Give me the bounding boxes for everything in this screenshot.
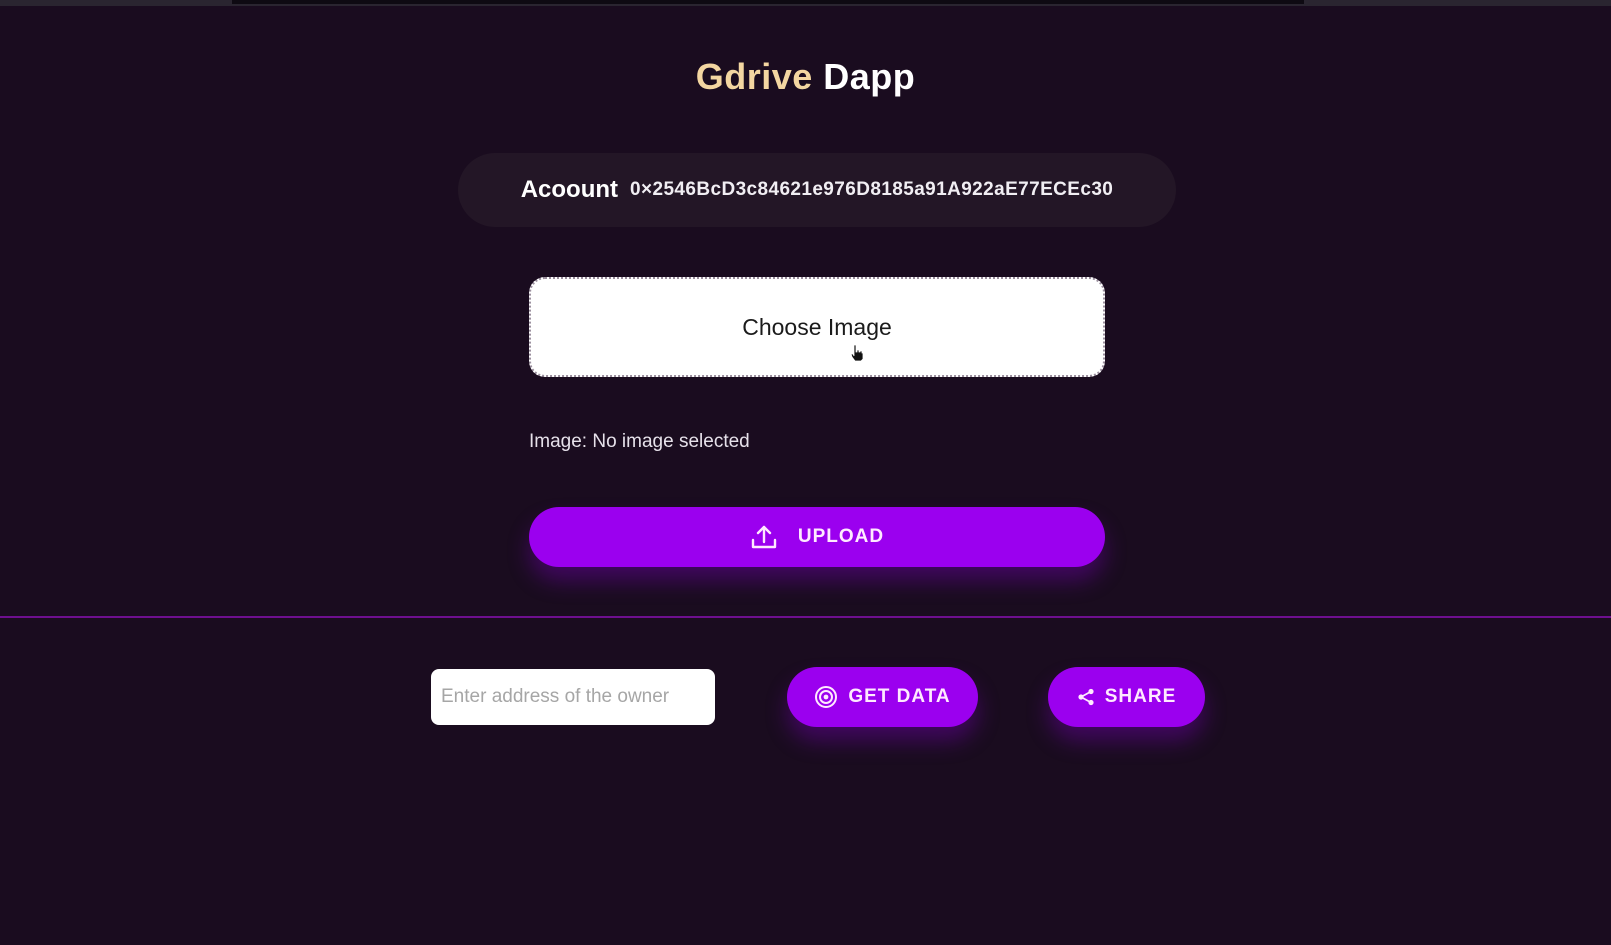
account-label: Acoount <box>520 176 619 203</box>
window-top-strip <box>0 0 1611 6</box>
target-icon <box>814 685 838 709</box>
choose-image-button[interactable]: Choose Image <box>529 277 1105 377</box>
choose-image-label: Choose Image <box>742 313 892 340</box>
share-icon <box>1077 688 1095 706</box>
title-rest: Dapp <box>823 56 916 97</box>
window-top-strip-inner <box>232 0 1304 4</box>
upload-button[interactable]: UPLOAD <box>529 507 1105 567</box>
share-label: SHARE <box>1104 686 1177 707</box>
image-status-text: Image: No image selected <box>529 431 750 452</box>
section-divider <box>0 616 1611 618</box>
upload-icon <box>750 523 778 551</box>
get-data-label: GET DATA <box>848 686 951 707</box>
account-address: 0×2546BcD3c84621e976D8185a91A922aE77ECEc… <box>630 179 1114 200</box>
title-brand: Gdrive <box>695 56 813 97</box>
hand-pointer-icon <box>850 344 864 362</box>
owner-address-input[interactable] <box>431 669 715 725</box>
share-button[interactable]: SHARE <box>1048 667 1205 727</box>
get-data-button[interactable]: GET DATA <box>787 667 978 727</box>
upload-label: UPLOAD <box>797 526 885 547</box>
page-title: Gdrive Dapp <box>0 56 1611 98</box>
account-pill: Acoount 0×2546BcD3c84621e976D8185a91A922… <box>458 153 1176 227</box>
